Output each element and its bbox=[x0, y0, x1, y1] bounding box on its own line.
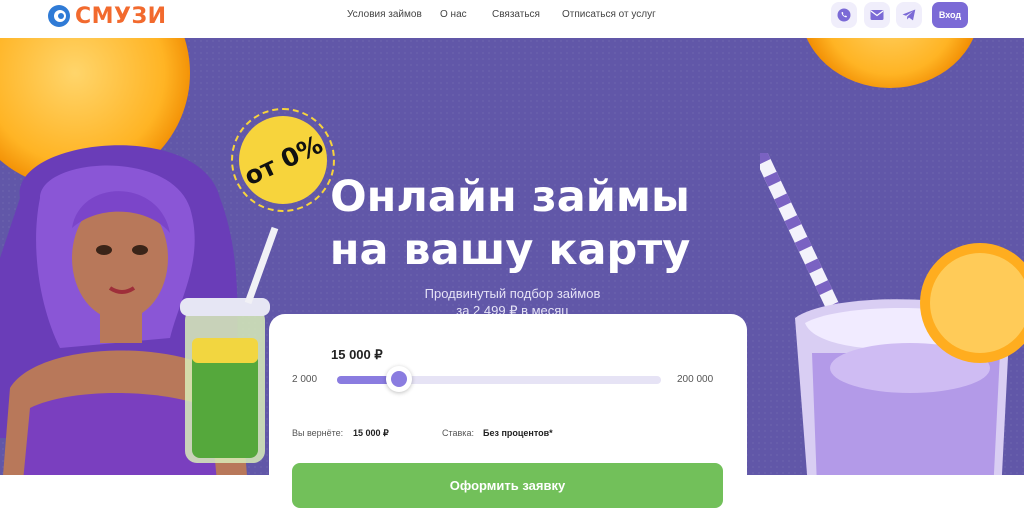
slider-max-label: 200 000 bbox=[677, 374, 714, 385]
telegram-icon bbox=[902, 9, 916, 21]
slider-min-label: 2 000 bbox=[292, 374, 318, 385]
rate-label: Ставка: bbox=[442, 428, 474, 438]
phone-button[interactable] bbox=[831, 2, 857, 28]
logo[interactable]: СМУЗИ bbox=[47, 3, 167, 29]
nav-link-about[interactable]: О нас bbox=[440, 9, 467, 20]
hero-title-line2: на вашу карту bbox=[329, 225, 691, 275]
amount-slider-thumb[interactable] bbox=[386, 366, 413, 392]
telegram-button[interactable] bbox=[896, 2, 922, 28]
hero-title-line1: Онлайн займы bbox=[330, 172, 690, 222]
loan-calculator-card: 15 000 ₽ 2 000 200 000 Вы вернёте: 15 00… bbox=[269, 314, 747, 512]
return-value: 15 000 ₽ bbox=[353, 428, 389, 438]
logo-icon bbox=[48, 5, 70, 27]
logo-text: СМУЗИ bbox=[75, 3, 167, 29]
rate-value: Без процентов* bbox=[483, 428, 553, 438]
nav-link-terms[interactable]: Условия займов bbox=[347, 9, 422, 20]
nav-link-unsubscribe[interactable]: Отписаться от услуг bbox=[562, 9, 656, 20]
girl-illustration bbox=[0, 145, 279, 475]
return-label: Вы вернёте: bbox=[292, 428, 344, 438]
mail-button[interactable] bbox=[864, 2, 890, 28]
hero-subtitle-line1: Продвинутый подбор займов bbox=[424, 286, 601, 301]
mail-icon bbox=[870, 10, 884, 20]
nav-link-contact[interactable]: Связаться bbox=[492, 9, 540, 20]
smoothie-glass-illustration bbox=[760, 153, 1024, 475]
hero-title: Онлайн займы на вашу карту bbox=[280, 171, 740, 277]
phone-icon bbox=[837, 8, 851, 22]
site-header: СМУЗИ Условия займов О нас Связаться Отп… bbox=[0, 0, 1024, 38]
apply-button[interactable]: Оформить заявку bbox=[292, 463, 723, 508]
login-button[interactable]: Вход bbox=[932, 2, 968, 28]
loan-amount-value: 15 000 ₽ bbox=[331, 347, 383, 362]
